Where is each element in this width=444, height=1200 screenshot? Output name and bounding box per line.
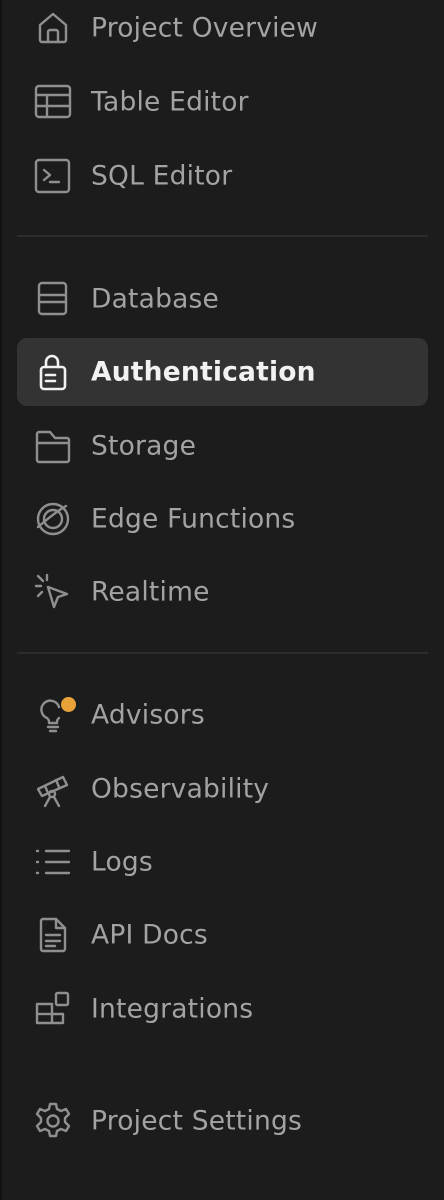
- nav-label-project-overview: Project Overview: [91, 12, 319, 44]
- nav-item-storage[interactable]: Storage: [17, 413, 428, 479]
- globe-icon: [33, 499, 73, 539]
- nav-item-project-overview[interactable]: Project Overview: [17, 0, 428, 61]
- nav-label-project-settings: Project Settings: [91, 1105, 302, 1137]
- nav-item-sql-editor[interactable]: SQL Editor: [17, 143, 428, 209]
- telescope-icon: [33, 769, 73, 809]
- folder-icon: [33, 426, 73, 466]
- nav-item-edge-functions[interactable]: Edge Functions: [17, 486, 428, 552]
- nav-label-storage: Storage: [91, 430, 197, 462]
- terminal-icon: [33, 156, 73, 196]
- section-divider: [17, 235, 428, 237]
- home-icon: [33, 8, 73, 48]
- nav-item-table-editor[interactable]: Table Editor: [17, 69, 428, 135]
- nav-label-integrations: Integrations: [91, 993, 254, 1025]
- cursor-click-icon: [33, 572, 73, 612]
- nav-label-advisors: Advisors: [91, 699, 205, 731]
- database-icon: [33, 279, 73, 319]
- nav-item-realtime[interactable]: Realtime: [17, 559, 428, 625]
- sidebar-left-border: [0, 0, 2, 1200]
- nav-item-integrations[interactable]: Integrations: [17, 976, 428, 1042]
- nav-label-sql-editor: SQL Editor: [91, 160, 233, 192]
- nav-label-authentication: Authentication: [91, 356, 316, 388]
- nav-item-database[interactable]: Database: [17, 266, 428, 332]
- document-icon: [33, 915, 73, 955]
- nav-item-authentication[interactable]: Authentication: [17, 338, 428, 406]
- nav-label-observability: Observability: [91, 773, 270, 805]
- nav-label-api-docs: API Docs: [91, 919, 208, 951]
- nav-label-realtime: Realtime: [91, 576, 210, 608]
- nav-label-database: Database: [91, 283, 220, 315]
- nav-item-advisors[interactable]: Advisors: [17, 682, 428, 748]
- nav-label-logs: Logs: [91, 846, 153, 878]
- lock-icon: [33, 352, 73, 392]
- table-icon: [33, 82, 73, 122]
- section-divider: [17, 652, 428, 654]
- gear-icon: [33, 1101, 73, 1141]
- nav-label-table-editor: Table Editor: [91, 86, 249, 118]
- nav-item-observability[interactable]: Observability: [17, 756, 428, 822]
- nav-item-api-docs[interactable]: API Docs: [17, 902, 428, 968]
- nav-label-edge-functions: Edge Functions: [91, 503, 296, 535]
- nav-item-project-settings[interactable]: Project Settings: [17, 1088, 428, 1154]
- blocks-icon: [33, 989, 73, 1029]
- list-icon: [33, 842, 73, 882]
- advisors-notification-dot: [61, 697, 76, 712]
- nav-item-logs[interactable]: Logs: [17, 829, 428, 895]
